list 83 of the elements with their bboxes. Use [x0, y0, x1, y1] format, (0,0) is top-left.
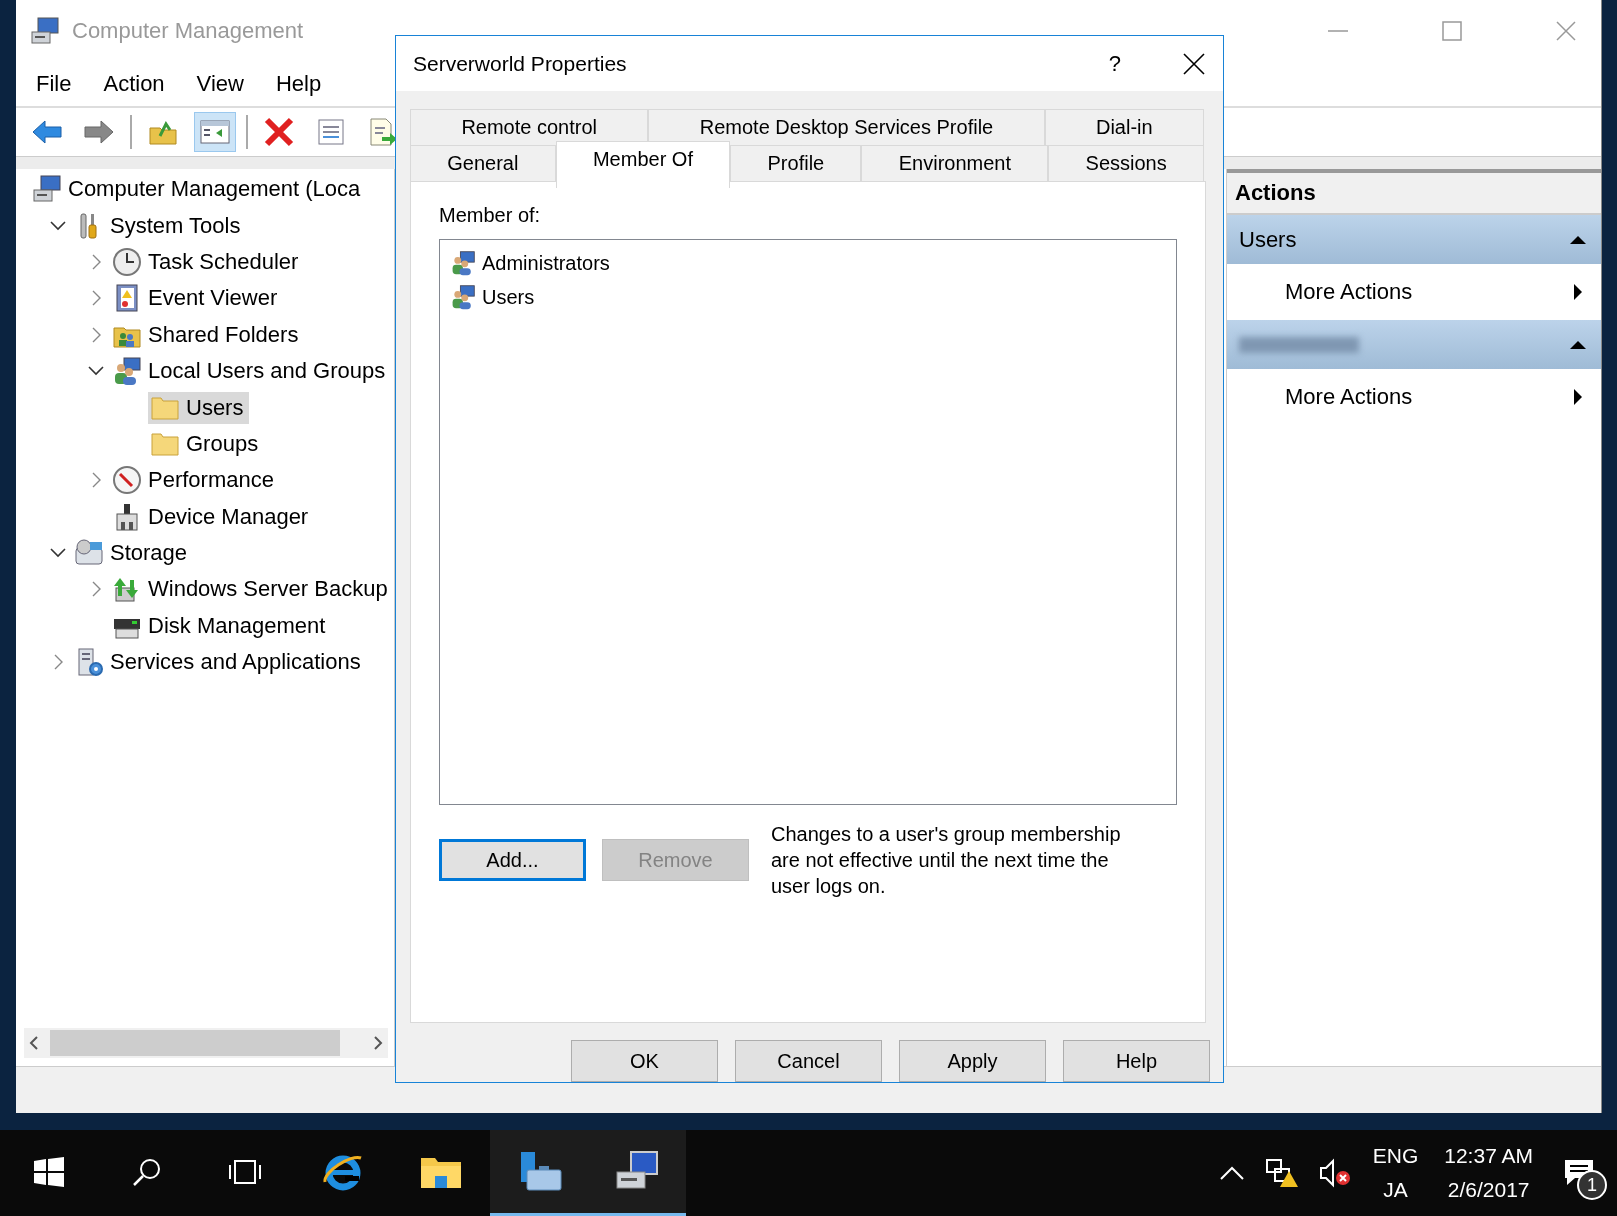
- console-tree-icon: [200, 119, 230, 145]
- scroll-left-icon[interactable]: [28, 1035, 40, 1051]
- chevron-right-icon[interactable]: [91, 326, 101, 343]
- chevron-down-icon[interactable]: [50, 547, 66, 560]
- tree-item[interactable]: Windows Server Backup: [110, 573, 394, 606]
- tab[interactable]: Profile: [730, 145, 862, 181]
- submenu-arrow-icon: [1573, 283, 1583, 301]
- tab[interactable]: Remote control: [410, 109, 649, 145]
- member-of-label: Member of:: [439, 204, 542, 227]
- users-icon: [450, 284, 476, 310]
- tree-item[interactable]: Local Users and Groups: [110, 355, 392, 388]
- chevron-up-icon[interactable]: [1218, 1165, 1245, 1181]
- chevron-right-icon[interactable]: [91, 581, 101, 598]
- membership-note: Changes to a user's group membership are not effective until the next time the user logs on.: [771, 822, 1122, 899]
- delete-icon: [264, 117, 294, 147]
- notification-count: 1: [1577, 1170, 1607, 1200]
- tree-item[interactable]: Task Scheduler: [110, 245, 305, 278]
- tree-item[interactable]: Groups: [148, 427, 265, 460]
- chevron-right-icon[interactable]: [91, 290, 101, 307]
- tree-item[interactable]: Event Viewer: [110, 282, 284, 315]
- actions-header: Actions: [1227, 169, 1601, 215]
- dialog-button[interactable]: Cancel: [735, 1040, 882, 1082]
- tree-item[interactable]: Services and Applications: [72, 646, 367, 679]
- tree-item[interactable]: Disk Management: [110, 609, 332, 642]
- clock-icon: [112, 246, 142, 277]
- gauge-icon: [112, 465, 142, 496]
- back-arrow-icon: [31, 119, 63, 145]
- chevron-down-icon[interactable]: [88, 365, 104, 378]
- tab[interactable]: Dial-in: [1044, 109, 1204, 145]
- tab[interactable]: Remote Desktop Services Profile: [648, 109, 1045, 145]
- chevron-right-icon[interactable]: [91, 472, 101, 489]
- group-list[interactable]: Administrators Users: [439, 239, 1177, 805]
- taskbar-button[interactable]: [490, 1130, 588, 1216]
- tab[interactable]: Environment: [861, 145, 1049, 181]
- properties-icon: [317, 118, 345, 146]
- collapse-icon[interactable]: [1569, 339, 1587, 350]
- users-icon: [112, 356, 142, 387]
- windows-logo-icon: [33, 1155, 65, 1188]
- menu-item[interactable]: File: [36, 71, 72, 97]
- menu-item[interactable]: Action: [103, 71, 165, 97]
- tab[interactable]: Sessions: [1048, 145, 1204, 181]
- tab[interactable]: Member Of: [555, 141, 731, 188]
- tree-item[interactable]: Users: [148, 391, 250, 424]
- submenu-arrow-icon: [1573, 388, 1583, 406]
- group-item[interactable]: Users: [450, 280, 1166, 314]
- tab[interactable]: General: [410, 145, 556, 181]
- action-section-header[interactable]: Users: [1227, 215, 1601, 264]
- group-item[interactable]: Administrators: [450, 246, 1166, 280]
- clock[interactable]: 12:37 AM 2/6/2017: [1444, 1139, 1533, 1207]
- chevron-right-icon[interactable]: [91, 253, 101, 270]
- tree-item[interactable]: Computer Management (Loca: [30, 173, 367, 206]
- action-item[interactable]: More Actions: [1227, 264, 1601, 320]
- tree-item[interactable]: Device Manager: [110, 500, 315, 533]
- forward-arrow-icon: [83, 119, 115, 145]
- horizontal-scrollbar[interactable]: [24, 1028, 388, 1058]
- input-language[interactable]: ENG JA: [1372, 1139, 1419, 1207]
- dialog-button[interactable]: Apply: [899, 1040, 1046, 1082]
- add-button[interactable]: Add...: [439, 839, 586, 881]
- dialog-button[interactable]: OK: [571, 1040, 718, 1082]
- volume-muted-icon[interactable]: [1318, 1158, 1351, 1188]
- computer-icon: [30, 16, 60, 46]
- chevron-right-icon[interactable]: [53, 654, 63, 671]
- tree-item[interactable]: Storage: [72, 537, 194, 570]
- toolbar-button[interactable]: [194, 112, 236, 152]
- close-icon[interactable]: [1183, 52, 1205, 75]
- scroll-right-icon[interactable]: [372, 1035, 384, 1051]
- tree-item[interactable]: System Tools: [72, 209, 247, 242]
- taskbar-button[interactable]: [588, 1130, 686, 1216]
- export-list-icon: [368, 117, 398, 147]
- window-title: Computer Management: [72, 18, 304, 44]
- tree-item[interactable]: Performance: [110, 464, 280, 497]
- computer-icon: [32, 174, 62, 205]
- users-icon: [450, 250, 476, 276]
- collapse-icon[interactable]: [1569, 234, 1587, 245]
- tree-item[interactable]: Shared Folders: [110, 318, 305, 351]
- action-item[interactable]: More Actions: [1227, 369, 1601, 425]
- chevron-down-icon[interactable]: [50, 219, 66, 232]
- menu-item[interactable]: Help: [275, 71, 322, 97]
- dialog-title: Serverworld Properties: [413, 51, 627, 76]
- network-warning-icon[interactable]: [1264, 1157, 1299, 1189]
- menu-item[interactable]: View: [196, 71, 244, 97]
- help-button[interactable]: ?: [1108, 50, 1121, 77]
- dialog-button[interactable]: Help: [1063, 1040, 1210, 1082]
